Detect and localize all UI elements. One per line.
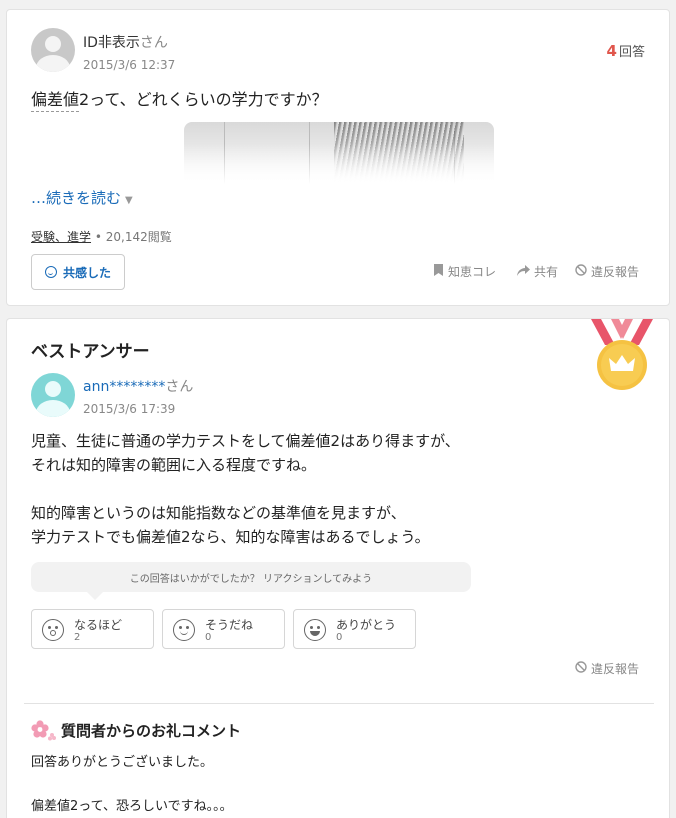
smile-face-icon <box>173 619 195 641</box>
question-date: 2015/3/6 12:37 <box>83 58 176 72</box>
reaction-label: ありがとう <box>336 618 397 632</box>
report-label: 違反報告 <box>591 265 640 279</box>
surprised-face-icon <box>42 619 64 641</box>
answer-count: 4 回答 <box>607 41 645 60</box>
answer-paragraph-2: 知的障害というのは知能指数などの基準値を見ますが、 学力テストでも偏差値2なら、… <box>31 504 430 546</box>
bookmark-button[interactable]: 知恵コレ <box>433 263 496 280</box>
prohibited-icon <box>575 264 587 279</box>
answer-paragraph-1: 児童、生徒に普通の学力テストをして偏差値2はあり得ますが、 それは知的障害の範囲… <box>31 432 460 474</box>
chevron-down-icon[interactable]: ▼ <box>125 195 133 206</box>
question-card: ID非表示さん 2015/3/6 12:37 4 回答 偏差値2って、どれくらいの… <box>6 9 670 306</box>
bookmark-label: 知恵コレ <box>448 265 497 279</box>
answer-user-suffix: さん <box>165 379 194 395</box>
reaction-arigatou-button[interactable]: ありがとう 0 <box>293 609 416 649</box>
best-answer-card: ベストアンサー ann********さん 2015/3/6 17:39 児童、… <box>6 318 670 818</box>
empathy-button[interactable]: 共感した <box>31 254 125 290</box>
share-label: 共有 <box>534 265 559 279</box>
reaction-soudane-button[interactable]: そうだね 0 <box>162 609 285 649</box>
prohibited-icon <box>575 661 587 676</box>
question-meta: 受験、進学 • 20,142閲覧 <box>31 230 172 244</box>
thanks-line-1: 回答ありがとうございました。 <box>31 755 214 770</box>
read-more-link[interactable]: …続きを読む ▼ <box>31 187 133 208</box>
answer-report-button[interactable]: 違反報告 <box>575 660 639 677</box>
bookmark-icon <box>433 264 444 279</box>
question-user-name[interactable]: ID非表示さん <box>83 32 168 52</box>
answer-user-name-text[interactable]: ann******** <box>83 379 165 395</box>
empathy-button-label: 共感した <box>62 265 111 280</box>
question-image[interactable] <box>184 122 494 184</box>
reaction-count: 0 <box>205 632 212 643</box>
divider <box>24 703 654 704</box>
answer-user-name[interactable]: ann********さん <box>83 376 193 396</box>
question-title-underline <box>31 111 79 112</box>
question-user-suffix: さん <box>139 35 168 51</box>
share-icon <box>517 264 530 279</box>
share-button[interactable]: 共有 <box>517 263 558 280</box>
answer-count-number: 4 <box>606 42 617 60</box>
view-count: 20,142閲覧 <box>105 230 172 244</box>
question-title: 偏差値2って、どれくらいの学力ですか？ <box>31 90 328 109</box>
report-button[interactable]: 違反報告 <box>575 263 639 280</box>
reaction-prompt: この回答はいかがでしたか？ リアクションしてみよう <box>31 562 471 600</box>
question-user-name-text[interactable]: ID非表示 <box>83 35 140 51</box>
reaction-count: 2 <box>74 632 81 643</box>
reaction-label: なるほど <box>74 618 123 632</box>
grin-face-icon <box>304 619 326 641</box>
answer-user-avatar[interactable] <box>31 373 75 417</box>
thanks-heading-text: 質問者からのお礼コメント <box>61 721 242 740</box>
thanks-heading: 質問者からのお礼コメント <box>31 719 241 741</box>
report-label: 違反報告 <box>591 662 640 676</box>
reaction-count: 0 <box>336 632 343 643</box>
answer-count-label: 回答 <box>618 45 645 60</box>
medal-crown-icon <box>589 319 655 391</box>
smile-icon <box>44 266 57 278</box>
best-answer-heading: ベストアンサー <box>31 342 150 362</box>
flower-icon <box>31 719 57 741</box>
read-more-label[interactable]: …続きを読む <box>31 189 121 207</box>
category-link[interactable]: 受験、進学 <box>31 230 91 244</box>
reaction-label: そうだね <box>205 618 254 632</box>
thanks-line-2: 偏差値2って、恐ろしいですね。。。 <box>31 799 233 814</box>
reaction-naruhodo-button[interactable]: なるほど 2 <box>31 609 154 649</box>
answer-date: 2015/3/6 17:39 <box>83 402 176 416</box>
question-user-avatar[interactable] <box>31 28 75 72</box>
